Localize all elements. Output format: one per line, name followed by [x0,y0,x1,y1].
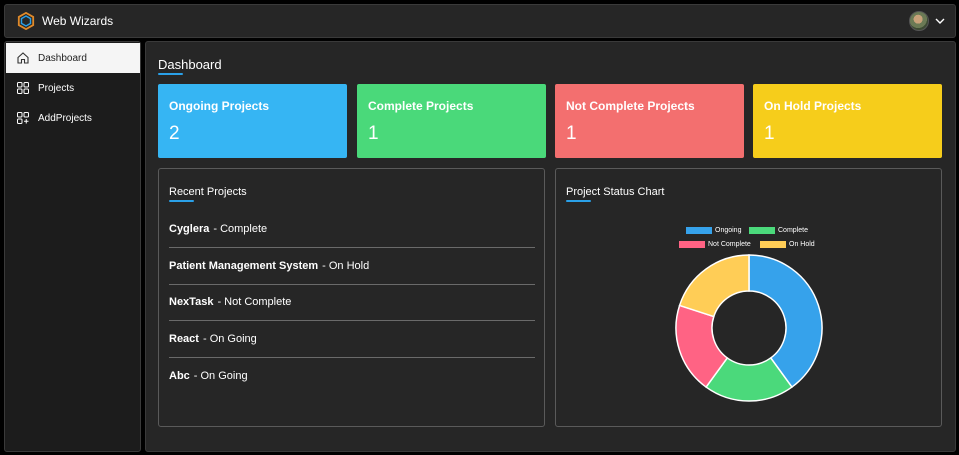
legend-item-complete[interactable]: Complete [749,227,808,234]
legend-item-ongoing[interactable]: Ongoing [686,227,741,234]
legend-label: Ongoing [715,227,742,234]
sidebar-item-label: Projects [38,82,75,94]
grid-add-icon [17,112,29,124]
card-label: Complete Projects [368,99,474,113]
recent-projects-panel: Recent Projects Cyglera - Complete Patie… [158,168,545,427]
sidebar-item-label: Dashboard [38,52,87,64]
sidebar-item-label: AddProjects [38,112,92,124]
card-on-hold-projects: On Hold Projects 1 [753,84,942,158]
legend-swatch [686,227,712,234]
legend-item-not-complete[interactable]: Not Complete [679,241,751,248]
legend-label: On Hold [789,241,815,248]
panel-title-underline [566,200,591,202]
doughnut-chart [675,254,823,402]
project-name: Cyglera [169,223,210,235]
card-label: Not Complete Projects [566,99,695,113]
legend-label: Complete [778,227,808,234]
list-item[interactable]: Patient Management System - On Hold [169,248,535,285]
project-status: - Complete [213,223,268,235]
list-item[interactable]: NexTask - Not Complete [169,284,535,321]
chevron-down-icon[interactable] [934,16,946,26]
slice-on-hold[interactable] [678,254,750,318]
list-item[interactable]: Abc - On Going [169,357,535,394]
sidebar-item-addprojects[interactable]: AddProjects [6,103,140,133]
card-value: 1 [566,123,577,144]
project-status: - Not Complete [217,296,292,308]
project-status: - On Going [193,369,248,382]
project-status: - On Going [202,333,257,345]
user-avatar[interactable] [909,11,929,31]
title-underline [158,73,183,75]
project-name: Patient Management System [169,260,319,272]
card-ongoing-projects: Ongoing Projects 2 [158,84,347,158]
card-value: 2 [169,123,180,144]
list-item[interactable]: Cyglera - Complete [169,211,535,248]
card-label: On Hold Projects [764,99,862,113]
panel-title: Recent Projects [169,186,247,198]
sidebar: Dashboard Projects AddProjects [4,41,141,452]
sidebar-item-projects[interactable]: Projects [6,73,140,103]
home-icon [17,52,29,64]
hexagon-logo-icon [17,12,35,30]
card-not-complete-projects: Not Complete Projects 1 [555,84,744,158]
legend-item-on-hold[interactable]: On Hold [760,241,815,248]
project-name: NexTask [169,296,214,308]
panel-title: Project Status Chart [566,186,665,198]
legend-swatch [760,241,786,248]
main-content: Dashboard Ongoing Projects 2 Complete Pr… [145,41,956,452]
project-name: Abc [169,369,190,382]
card-value: 1 [368,123,379,144]
top-navbar: Web Wizards [4,4,956,38]
sidebar-item-dashboard[interactable]: Dashboard [6,43,140,73]
project-status: - On Hold [322,260,370,272]
page-title: Dashboard [158,57,222,72]
legend-swatch [749,227,775,234]
project-name: React [169,333,199,345]
project-status-chart-panel: Project Status Chart Ongoing Complete No… [555,168,942,427]
panel-title-underline [169,200,194,202]
legend-label: Not Complete [708,241,751,248]
card-label: Ongoing Projects [169,99,270,113]
grid-icon [17,82,29,94]
legend-swatch [679,241,705,248]
card-value: 1 [764,123,775,144]
card-complete-projects: Complete Projects 1 [357,84,546,158]
list-item[interactable]: React - On Going [169,321,535,358]
app-title: Web Wizards [42,14,114,28]
